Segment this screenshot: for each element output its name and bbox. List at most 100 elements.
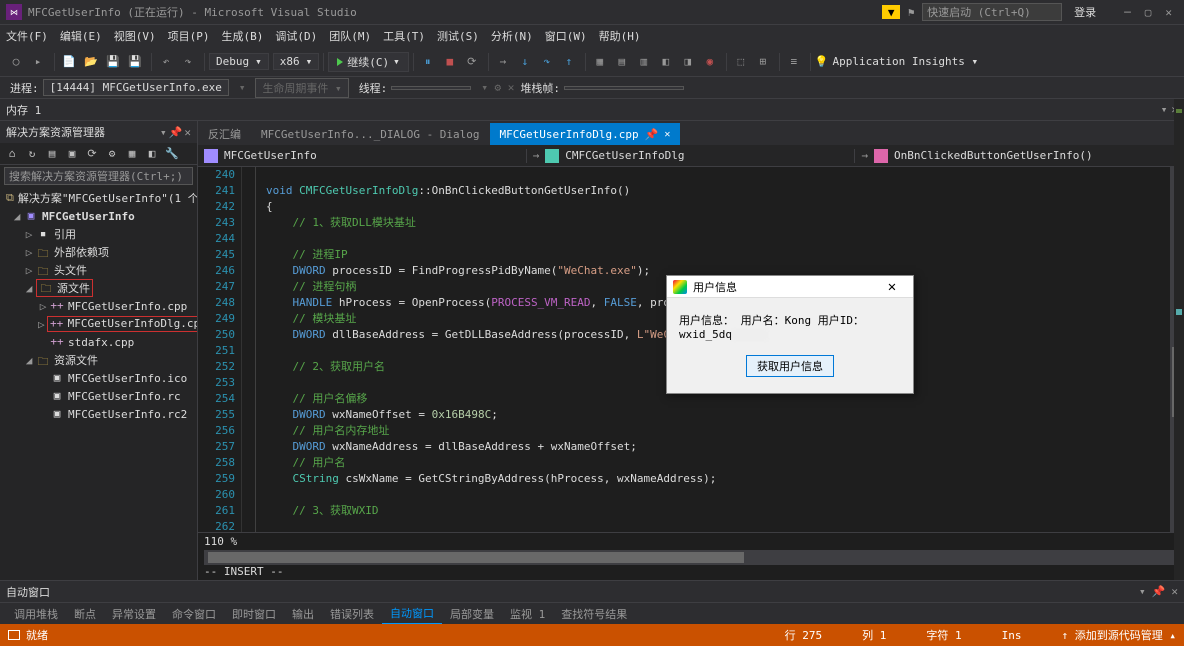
pin-icon[interactable]: 📌 — [1152, 585, 1166, 598]
code-line[interactable]: DWORD wxNameOffset = 0x16B498C; — [256, 407, 1184, 423]
tb-icon[interactable]: ⬚ — [731, 52, 751, 72]
code-line[interactable]: // 用户名 — [256, 455, 1184, 471]
nav-class-dd[interactable]: →CMFCGetUserInfoDlg — [527, 149, 856, 163]
nav-fwd-icon[interactable]: ▸ — [28, 52, 48, 72]
refs-node[interactable]: ▷▪引用 — [0, 225, 197, 243]
zoom-level[interactable]: 110 % — [204, 535, 237, 548]
menu-edit[interactable]: 编辑(E) — [60, 28, 102, 44]
autos-title[interactable]: 自动窗口 — [6, 584, 1139, 600]
props-icon[interactable]: ⚙ — [104, 146, 120, 162]
get-userinfo-button[interactable]: 获取用户信息 — [746, 355, 834, 377]
menu-debug[interactable]: 调试(D) — [275, 28, 317, 44]
code-line[interactable]: void CMFCGetUserInfoDlg::OnBnClickedButt… — [256, 183, 1184, 199]
code-line[interactable]: // 1、获取DLL模块基址 — [256, 215, 1184, 231]
dbg-restart-icon[interactable]: ⟳ — [462, 52, 482, 72]
signin-link[interactable]: 登录 — [1074, 4, 1096, 20]
bottom-tab[interactable]: 即时窗口 — [224, 604, 284, 624]
tb-icon[interactable]: ▦ — [590, 52, 610, 72]
bottom-tab[interactable]: 错误列表 — [322, 604, 382, 624]
notify-icon[interactable]: ▼ — [882, 5, 900, 19]
solution-search-input[interactable]: 搜索解决方案资源管理器(Ctrl+;) — [4, 167, 193, 185]
tb-icon[interactable]: ◧ — [656, 52, 676, 72]
pin-icon[interactable]: 📌 — [645, 128, 659, 141]
src-file-3[interactable]: ++stdafx.cpp — [0, 333, 197, 351]
code-line[interactable]: // 进程IP — [256, 247, 1184, 263]
close-tab-icon[interactable]: ✕ — [664, 129, 670, 140]
project-node[interactable]: ◢▣MFCGetUserInfo — [0, 207, 197, 225]
tb-icon[interactable]: ◨ — [678, 52, 698, 72]
step-next-icon[interactable]: → — [493, 52, 513, 72]
step-over-icon[interactable]: ↷ — [537, 52, 557, 72]
preview-icon[interactable]: ◧ — [144, 146, 160, 162]
redo-icon[interactable]: ↷ — [178, 52, 198, 72]
bottom-tab[interactable]: 异常设置 — [104, 604, 164, 624]
status-publish[interactable]: ↑ 添加到源代码管理 ▴ — [1062, 627, 1177, 643]
tab-disassembly[interactable]: 反汇编 — [198, 123, 251, 145]
nav-back-icon[interactable]: ◯ — [6, 52, 26, 72]
dbg-stop-icon[interactable]: ■ — [440, 52, 460, 72]
solution-tree[interactable]: ⧉解决方案"MFCGetUserInfo"(1 个项目) ◢▣MFCGetUse… — [0, 187, 197, 580]
menu-window[interactable]: 窗口(W) — [545, 28, 587, 44]
tree-icon[interactable]: ▤ — [44, 146, 60, 162]
maximize-icon[interactable]: ▢ — [1145, 6, 1152, 19]
step-into-icon[interactable]: ↓ — [515, 52, 535, 72]
close-icon[interactable]: ✕ — [1171, 585, 1178, 598]
pin-icon[interactable]: 📌 — [169, 126, 183, 139]
tb-icon[interactable]: ⊞ — [753, 52, 773, 72]
close-icon[interactable]: ✕ — [1165, 6, 1172, 19]
code-line[interactable] — [256, 519, 1184, 532]
dbg-pause-icon[interactable]: ⏸ — [418, 52, 438, 72]
tab-cpp-active[interactable]: MFCGetUserInfoDlg.cpp📌✕ — [490, 123, 681, 145]
wrench-icon[interactable]: 🔧 — [164, 146, 180, 162]
home-icon[interactable]: ⌂ — [4, 146, 20, 162]
code-line[interactable]: // 用户名内存地址 — [256, 423, 1184, 439]
sync-icon[interactable]: ↻ — [24, 146, 40, 162]
thread-dropdown[interactable] — [391, 86, 471, 90]
nav-func-dd[interactable]: →OnBnClickedButtonGetUserInfo() — [855, 149, 1184, 163]
src-file-2[interactable]: ▷++MFCGetUserInfoDlg.cpp — [0, 315, 197, 333]
menu-build[interactable]: 生成(B) — [222, 28, 264, 44]
flag-icon[interactable]: ⚑ — [902, 5, 920, 19]
memory-tab-label[interactable]: 内存 1 — [6, 102, 41, 118]
platform-dropdown[interactable]: x86▾ — [273, 53, 320, 70]
nav-scope-dd[interactable]: MFCGetUserInfo — [198, 149, 527, 163]
menu-analyze[interactable]: 分析(N) — [491, 28, 533, 44]
menu-project[interactable]: 项目(P) — [168, 28, 210, 44]
stackframe-dropdown[interactable] — [564, 86, 684, 90]
panel-dropdown-icon[interactable]: ▾ — [1161, 103, 1168, 116]
code-line[interactable]: { — [256, 199, 1184, 215]
bottom-tab[interactable]: 自动窗口 — [382, 603, 442, 625]
code-line[interactable]: // 3、获取WXID — [256, 503, 1184, 519]
solution-node[interactable]: ⧉解决方案"MFCGetUserInfo"(1 个项目) — [0, 189, 197, 207]
saveall-icon[interactable]: 💾 — [125, 52, 145, 72]
ext-node[interactable]: ▷🗀外部依赖项 — [0, 243, 197, 261]
tb-icon[interactable]: ▤ — [612, 52, 632, 72]
undo-icon[interactable]: ↶ — [156, 52, 176, 72]
bottom-tab[interactable]: 查找符号结果 — [553, 604, 635, 624]
menu-team[interactable]: 团队(M) — [329, 28, 371, 44]
src-node[interactable]: ◢🗀源文件 — [0, 279, 197, 297]
show-all-icon[interactable]: ▦ — [124, 146, 140, 162]
code-line[interactable]: DWORD wxNameAddress = dllBaseAddress + w… — [256, 439, 1184, 455]
life-events-dropdown[interactable]: 生命周期事件 ▾ — [255, 78, 348, 98]
panel-dropdown-icon[interactable]: ▾ — [160, 126, 167, 139]
res-file-3[interactable]: ▣MFCGetUserInfo.rc2 — [0, 405, 197, 423]
userinfo-dialog[interactable]: 用户信息 ✕ 用户信息： 用户名：Kong 用户ID：wxid_5dq 获取用户… — [666, 275, 914, 394]
bottom-tab[interactable]: 输出 — [284, 604, 322, 624]
continue-button[interactable]: 继续(C) ▾ — [328, 52, 409, 72]
code-line[interactable]: CString csWxName = GetCStringByAddress(h… — [256, 471, 1184, 487]
res-file-2[interactable]: ▣MFCGetUserInfo.rc — [0, 387, 197, 405]
bottom-tab[interactable]: 调用堆栈 — [6, 604, 66, 624]
bottom-tab[interactable]: 断点 — [66, 604, 104, 624]
code-line[interactable] — [256, 231, 1184, 247]
tb-icon[interactable]: ≡ — [784, 52, 804, 72]
collapse-icon[interactable]: ▣ — [64, 146, 80, 162]
tb-icon[interactable]: ▥ — [634, 52, 654, 72]
res-node[interactable]: ◢🗀资源文件 — [0, 351, 197, 369]
headers-node[interactable]: ▷🗀头文件 — [0, 261, 197, 279]
menu-test[interactable]: 测试(S) — [437, 28, 479, 44]
code-line[interactable] — [256, 487, 1184, 503]
open-icon[interactable]: 📂 — [81, 52, 101, 72]
config-dropdown[interactable]: Debug▾ — [209, 53, 269, 70]
src-file-1[interactable]: ▷++MFCGetUserInfo.cpp — [0, 297, 197, 315]
